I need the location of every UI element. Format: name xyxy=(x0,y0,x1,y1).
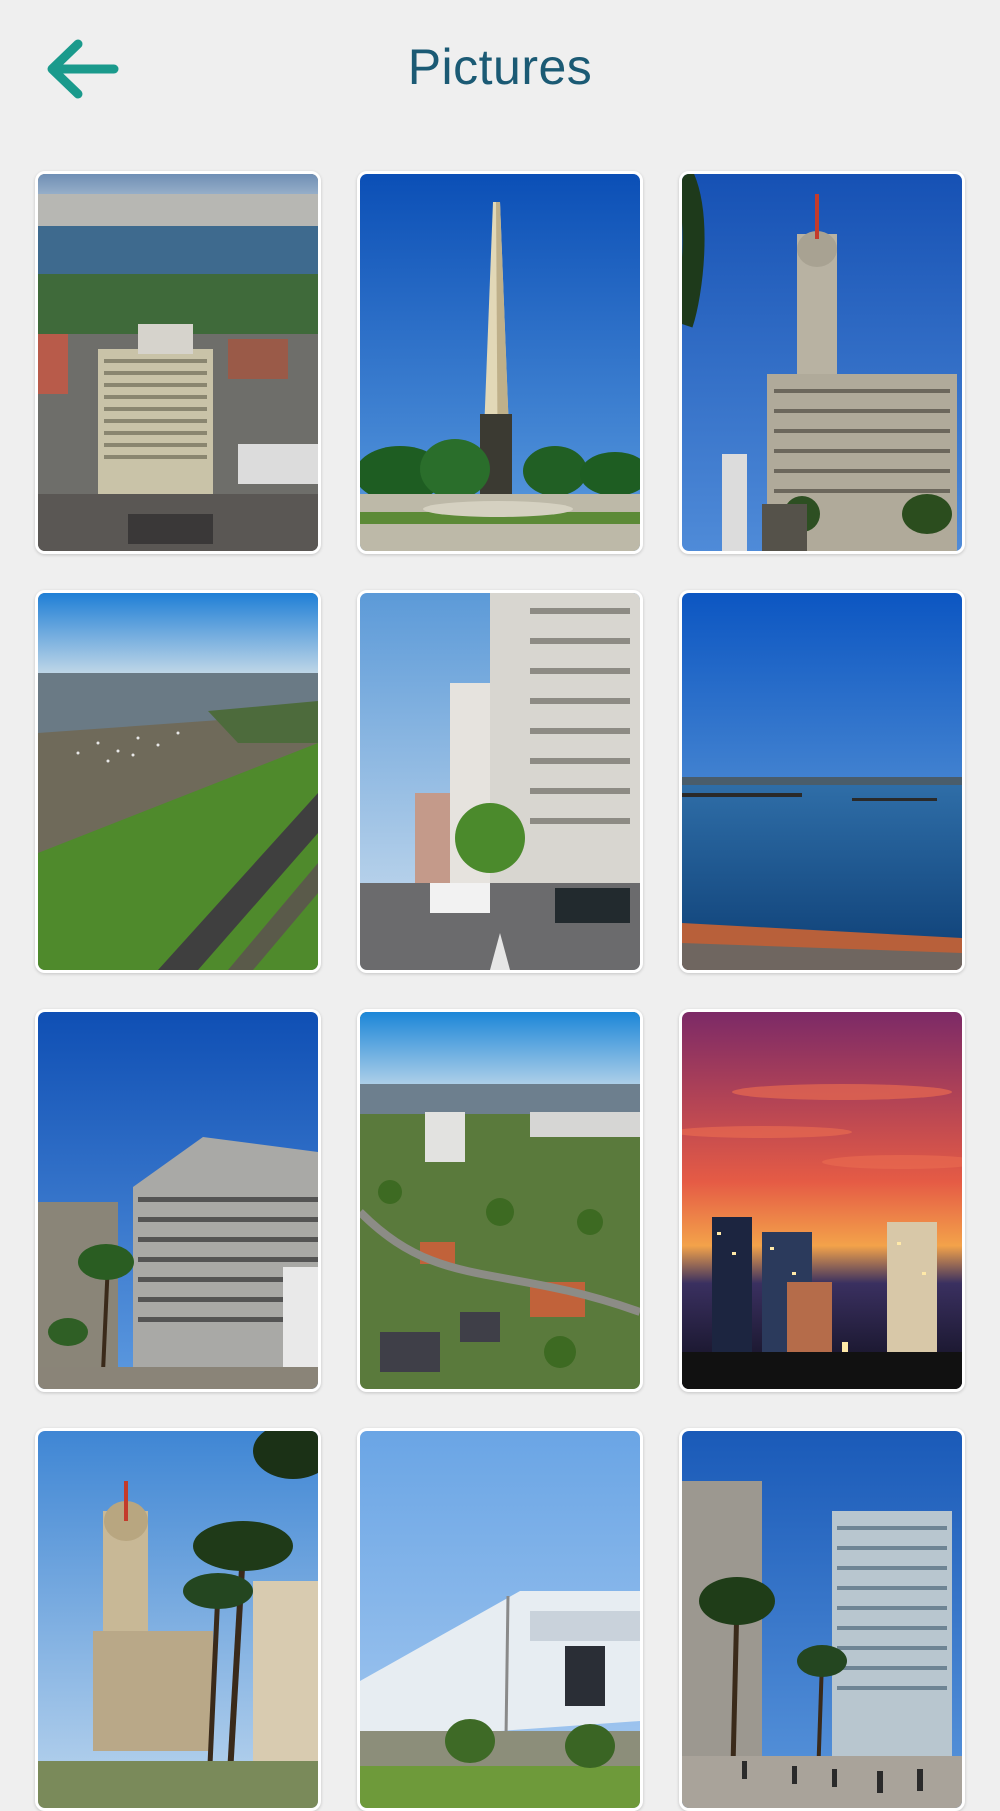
page-title: Pictures xyxy=(407,39,593,95)
picture-thumbnail[interactable] xyxy=(679,171,965,554)
city-street-high-rises-photo xyxy=(360,593,640,970)
picture-thumbnail[interactable] xyxy=(35,1009,321,1392)
app-header: Pictures xyxy=(0,0,1000,140)
picture-thumbnail[interactable] xyxy=(35,590,321,973)
obelisk-monument-photo xyxy=(360,174,640,551)
white-building-sky-photo xyxy=(360,1431,640,1808)
coastal-aerial-harbor-photo xyxy=(38,593,318,970)
picture-thumbnail[interactable] xyxy=(35,1428,321,1811)
picture-thumbnail[interactable] xyxy=(357,171,643,554)
picture-grid xyxy=(35,171,965,1811)
palacio-salvo-tower-photo xyxy=(682,174,962,551)
waterfront-bay-photo xyxy=(682,593,962,970)
city-sunset-night-photo xyxy=(682,1012,962,1389)
picture-thumbnail[interactable] xyxy=(679,1428,965,1811)
picture-thumbnail[interactable] xyxy=(679,590,965,973)
plaza-buildings-photo xyxy=(38,1012,318,1389)
plaza-towers-crowd-photo xyxy=(682,1431,962,1808)
picture-thumbnail[interactable] xyxy=(35,171,321,554)
picture-thumbnail[interactable] xyxy=(357,590,643,973)
picture-thumbnail[interactable] xyxy=(357,1428,643,1811)
picture-thumbnail[interactable] xyxy=(357,1009,643,1392)
aerial-city-bay-photo xyxy=(38,174,318,551)
aerial-neighborhood-photo xyxy=(360,1012,640,1389)
palacio-salvo-palms-photo xyxy=(38,1431,318,1808)
picture-thumbnail[interactable] xyxy=(679,1009,965,1392)
